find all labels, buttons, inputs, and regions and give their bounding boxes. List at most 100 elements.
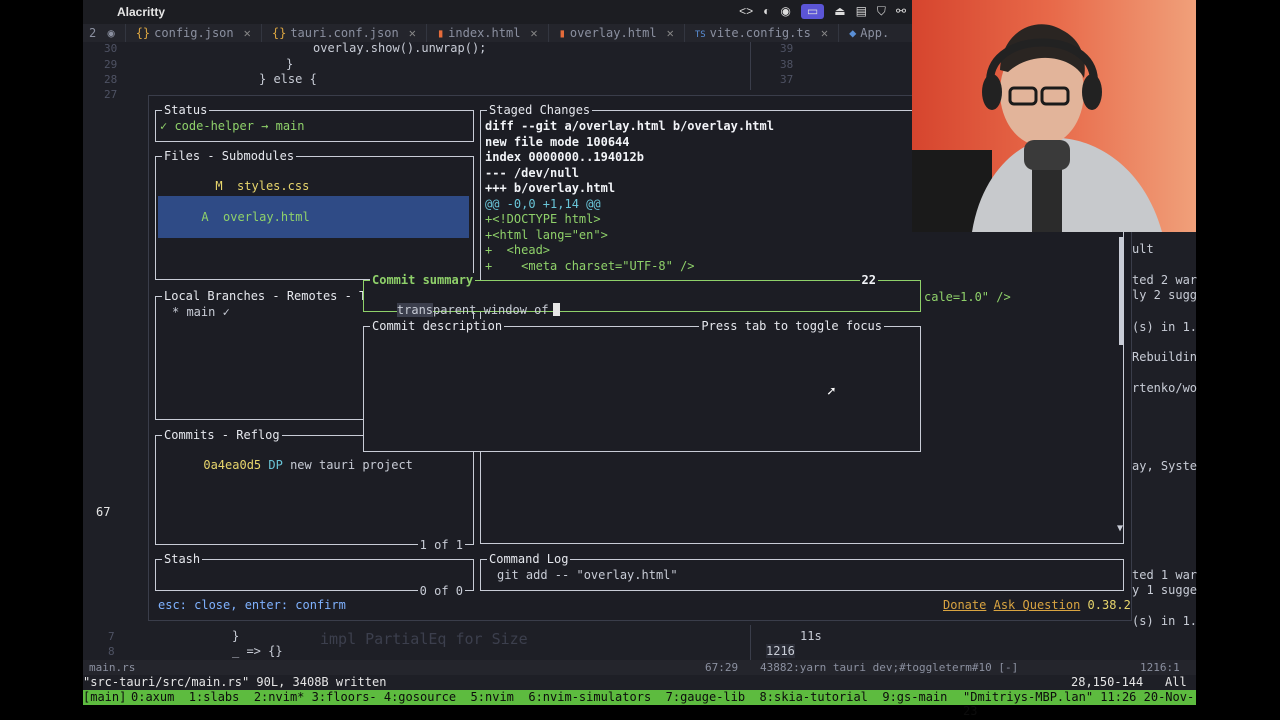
close-icon[interactable]: ✕ bbox=[667, 26, 674, 40]
terminal-line: ted 2 war bbox=[1132, 273, 1198, 287]
files-panel[interactable]: Files - Submodules M styles.css ▶ src-ta… bbox=[155, 149, 474, 280]
code-line: overlay.show().unwrap(); bbox=[313, 41, 487, 55]
split-divider bbox=[750, 625, 751, 660]
code-line: } bbox=[232, 629, 240, 643]
panel-title: Staged Changes bbox=[487, 103, 593, 117]
commit-summary-input[interactable]: Commit summary 22 transparent window of bbox=[363, 273, 921, 317]
keybinding-hint: esc: close, enter: confirm bbox=[158, 598, 346, 612]
text-cursor bbox=[552, 303, 560, 316]
line-number: 8 bbox=[108, 645, 115, 658]
diff-line: new file mode 100644 bbox=[485, 135, 630, 149]
shield-icon[interactable]: ⛉ bbox=[877, 4, 886, 19]
command-log-line: git add -- "overlay.html" bbox=[497, 568, 678, 582]
commit-hash: 0a4ea0d5 bbox=[203, 458, 262, 472]
tab-overlay-html[interactable]: ▮ overlay.html ✕ bbox=[549, 24, 685, 42]
diff-line-fragment: cale=1.0" /> bbox=[924, 290, 1011, 304]
text-highlight: trans bbox=[396, 303, 434, 317]
vim-statusline: main.rs 67:29 43882:yarn tauri dev;#togg… bbox=[83, 660, 1196, 675]
html-icon: ▮ bbox=[558, 26, 566, 40]
cmdline-position: 28,150-144 bbox=[1071, 675, 1144, 689]
popup-title: Commit summary bbox=[370, 273, 476, 287]
close-icon[interactable]: ✕ bbox=[409, 26, 416, 40]
tab-label: config.json bbox=[154, 26, 234, 40]
tab-label: vite.config.ts bbox=[709, 26, 811, 40]
window-icon[interactable]: ▤ bbox=[856, 4, 867, 19]
cmdline-all: All bbox=[1165, 675, 1187, 689]
terminal-line: Rebuildin bbox=[1132, 350, 1198, 364]
popup-hint: Press tab to toggle focus bbox=[699, 319, 884, 333]
panel-title: Stash bbox=[162, 552, 203, 566]
terminal-line: rtenko/wo bbox=[1132, 381, 1198, 395]
tmux-session[interactable]: [main] bbox=[83, 690, 126, 704]
stash-panel[interactable]: Stash 0 of 0 bbox=[155, 552, 474, 598]
git-icon: ◉ bbox=[107, 26, 115, 40]
diff-line: diff --git a/overlay.html b/overlay.html bbox=[485, 119, 774, 133]
tab-tauri-conf-json[interactable]: {} tauri.conf.json ✕ bbox=[262, 24, 427, 42]
char-count: 22 bbox=[859, 273, 878, 287]
commit-description-input[interactable]: Commit description Press tab to toggle f… bbox=[363, 319, 921, 452]
terminal-line: ted 1 war bbox=[1132, 568, 1198, 582]
panel-footer: 1 of 1 bbox=[417, 538, 465, 552]
footer-right: Donate Ask Question 0.38.2 bbox=[943, 598, 1131, 612]
scrollbar[interactable] bbox=[1119, 237, 1124, 345]
tmux-windows[interactable]: 0:axum 1:slabs 2:nvim* 3:floors- 4:gosou… bbox=[131, 690, 947, 704]
ts-icon: TS bbox=[694, 30, 706, 40]
status-right: 1216:1 bbox=[1140, 661, 1180, 674]
line-number: 27 bbox=[104, 88, 118, 101]
diff-line: + <meta charset="UTF-8" /> bbox=[485, 259, 695, 273]
panel-title: Command Log bbox=[487, 552, 571, 566]
donate-link[interactable]: Donate bbox=[943, 598, 986, 612]
tab-label: overlay.html bbox=[569, 26, 657, 40]
status-panel[interactable]: Status ✓ code-helper → main bbox=[155, 103, 474, 142]
panel-title: Commits - Reflog bbox=[162, 428, 282, 442]
text-rest: parent window of bbox=[433, 303, 549, 317]
terminal-line: 11s bbox=[800, 629, 822, 643]
file-item-selected[interactable]: A overlay.html bbox=[158, 196, 469, 238]
diff-line: +<!DOCTYPE html> bbox=[485, 212, 601, 226]
close-icon[interactable]: ✕ bbox=[530, 26, 537, 40]
panel-title: Files - Submodules bbox=[162, 149, 297, 163]
status-terminal: 43882:yarn tauri dev;#toggleterm#10 [-] bbox=[760, 661, 1019, 674]
json-icon: {} bbox=[135, 26, 151, 40]
tmux-host: "Dmitriys-MBP.lan" 11:26 20-Nov-23 bbox=[963, 690, 1195, 718]
panel-title: Status bbox=[162, 103, 210, 117]
close-icon[interactable]: ✕ bbox=[821, 26, 828, 40]
tab-label: index.html bbox=[448, 26, 521, 40]
tab-config-json[interactable]: {} config.json ✕ bbox=[126, 24, 262, 42]
terminal-line: (s) in 1. bbox=[1132, 614, 1198, 628]
vim-cmdline: "src-tauri/src/main.rs" 90L, 3408B writt… bbox=[83, 675, 1196, 690]
split-divider bbox=[750, 42, 751, 90]
tab-git[interactable]: 2 ◉ bbox=[83, 24, 126, 42]
line-number: 29 bbox=[104, 58, 118, 71]
terminal-line: 1216 bbox=[766, 644, 795, 658]
popup-title: Commit description bbox=[370, 319, 505, 333]
display-icon[interactable]: ▭ bbox=[800, 4, 825, 19]
code-icon[interactable]: <> bbox=[739, 4, 753, 19]
tab-index-html[interactable]: ▮ index.html ✕ bbox=[427, 24, 549, 42]
current-line-number: 67 bbox=[96, 505, 111, 519]
tab-app[interactable]: ◆ App. bbox=[839, 24, 899, 42]
diff-line: index 0000000..194012b bbox=[485, 150, 644, 164]
line-number: 7 bbox=[108, 630, 115, 643]
tab-vite-config[interactable]: TS vite.config.ts ✕ bbox=[685, 24, 840, 42]
link-icon[interactable]: ⚯ bbox=[896, 4, 906, 19]
eject-icon[interactable]: ⏏ bbox=[834, 4, 845, 19]
line-number: 39 bbox=[780, 42, 794, 55]
diff-hunk: @@ -0,0 +1,14 @@ bbox=[485, 197, 601, 211]
ask-question-link[interactable]: Ask Question bbox=[994, 598, 1081, 612]
branch-item[interactable]: * main ✓ bbox=[172, 305, 230, 319]
scroll-down-icon[interactable]: ▼ bbox=[1117, 523, 1123, 534]
file-name: overlay.html bbox=[223, 210, 310, 224]
app-name[interactable]: Alacritty bbox=[117, 5, 165, 19]
record-icon[interactable]: ◉ bbox=[780, 4, 790, 19]
tab-label: App. bbox=[860, 26, 890, 40]
commit-author: DP bbox=[268, 458, 283, 472]
terminal-line: ult bbox=[1132, 242, 1154, 256]
tmux-statusbar: [main] 0:axum 1:slabs 2:nvim* 3:floors- … bbox=[83, 690, 1196, 718]
palette-icon[interactable]: ◐ bbox=[763, 4, 770, 19]
code-line: } else { bbox=[259, 72, 317, 86]
diff-line: --- /dev/null bbox=[485, 166, 579, 180]
terminal-line: ay, Syste bbox=[1132, 459, 1198, 473]
terminal-line: y 1 sugge bbox=[1132, 583, 1198, 597]
close-icon[interactable]: ✕ bbox=[244, 26, 251, 40]
